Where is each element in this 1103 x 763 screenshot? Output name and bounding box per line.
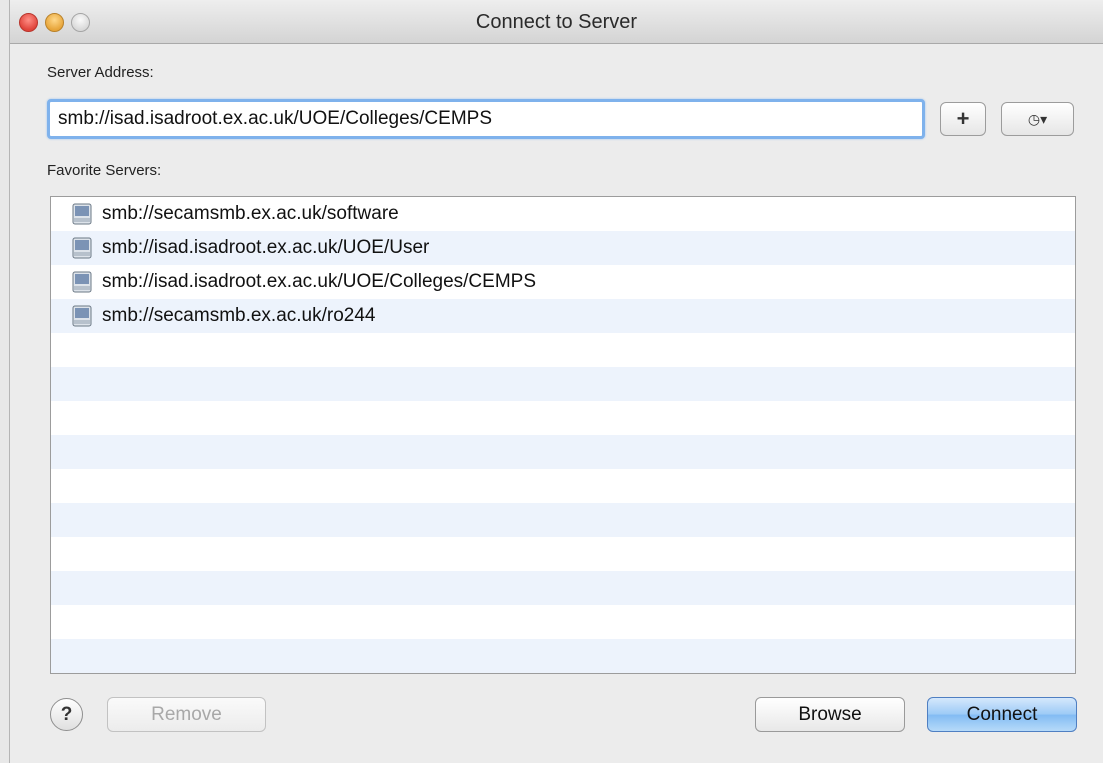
recent-servers-button[interactable]: ◷▾ (1001, 102, 1074, 136)
help-button[interactable]: ? (50, 698, 83, 731)
window-title: Connect to Server (475, 11, 638, 33)
help-icon: ? (60, 704, 73, 725)
list-item-label: smb://secamsmb.ex.ac.uk/ro244 (102, 305, 376, 326)
connect-button[interactable]: Connect (927, 697, 1077, 732)
favorite-servers-label: Favorite Servers: (47, 162, 162, 179)
add-favorite-button[interactable]: + (940, 102, 986, 136)
network-drive-icon (72, 305, 92, 327)
network-drive-icon (72, 237, 92, 259)
list-item[interactable]: smb://secamsmb.ex.ac.uk/ro244 (51, 299, 1075, 333)
list-item-label: smb://secamsmb.ex.ac.uk/software (102, 203, 399, 224)
list-item[interactable]: smb://isad.isadroot.ex.ac.uk/UOE/College… (51, 265, 1075, 299)
remove-button[interactable]: Remove (107, 697, 266, 732)
server-address-label: Server Address: (47, 64, 154, 81)
title-bar: Connect to Server (10, 0, 1103, 44)
clock-dropdown-icon: ◷▾ (1027, 110, 1048, 127)
network-drive-icon (72, 203, 92, 225)
list-item[interactable]: smb://isad.isadroot.ex.ac.uk/UOE/User (51, 231, 1075, 265)
plus-icon: + (956, 106, 970, 131)
list-item-label: smb://isad.isadroot.ex.ac.uk/UOE/College… (102, 271, 537, 292)
list-item-label: smb://isad.isadroot.ex.ac.uk/UOE/User (102, 237, 430, 258)
list-item[interactable]: smb://secamsmb.ex.ac.uk/software (51, 197, 1075, 231)
network-drive-icon (72, 271, 92, 293)
server-address-input[interactable] (47, 99, 925, 139)
favorite-servers-list[interactable]: smb://secamsmb.ex.ac.uk/software smb://i… (50, 196, 1076, 674)
browse-button[interactable]: Browse (755, 697, 905, 732)
connect-to-server-window: Connect to Server Server Address: + ◷▾ F… (9, 0, 1103, 763)
